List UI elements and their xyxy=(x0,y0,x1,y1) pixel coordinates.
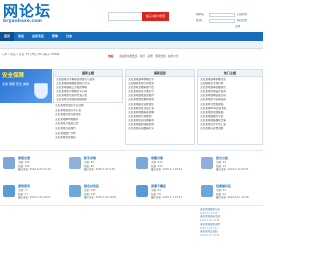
site-logo[interactable]: 网论坛 bryanhaxe.com xyxy=(3,3,59,27)
nav-forum[interactable]: 论坛 xyxy=(18,32,24,41)
forum-last: 最后发表: 2024-7-29 10:07 xyxy=(18,196,51,199)
username-label: 用户名 xyxy=(196,12,204,16)
main-nav: 首页 论坛 会员专区 帮助 日志 xyxy=(0,32,263,41)
login-form: 用户名 自动登录 密 码 找回密码 注册 xyxy=(196,12,256,32)
promo-banner[interactable]: 安全保障 交易 保障 安全 诚信 xyxy=(0,69,52,103)
forum-last: 最后发表: 2024-8-29 11:42 xyxy=(18,168,51,171)
forum-card[interactable]: 推塔交流 主题: 145 帖数: 145 最后发表: 2024-8-29 11:42 xyxy=(3,156,65,176)
recent-posts-list: 无名游戏版本公告 2025-5-1 12:09 无名游戏周末活动 2025-4-30 … xyxy=(200,208,262,262)
forum-icon xyxy=(3,157,15,169)
box-title: 热门主题 xyxy=(198,70,262,77)
forum-icon xyxy=(201,185,213,197)
forum-card[interactable]: 攻略分享 主题: 243 帖数: 243 最后发表: 2025-4-1 19:42 xyxy=(136,156,198,176)
forum-icon xyxy=(3,185,15,197)
forum-card[interactable]: 玩家展示区 主题: 22 帖数: 22 最后发表: 2024-10-1 11:06 xyxy=(201,184,263,204)
announcement: 热帖: 欢迎新注册会员 · 积分 · 勋章 · 游戏交流 · 站务公告 xyxy=(108,42,263,58)
left-topic-list: 无名游戏交流区今日话题 无名游戏资源分享汇总 无名游戏问答互助专区 无名游戏精华帖推荐… xyxy=(53,104,125,144)
topic-link[interactable]: 无名游戏玩家故事分享 xyxy=(128,127,192,131)
site-header: 网论坛 bryanhaxe.com 帖子/用户搜索 用户名 自动登录 密 码 找… xyxy=(0,0,263,32)
hot-topics-list: 无名游戏版本前瞻讨论 无名推塔高手排行榜 无名游戏赛事直播预告 无名游戏外观设计投票无… xyxy=(198,77,262,132)
banner-title: 安全保障 xyxy=(2,73,25,79)
password-label: 密 码 xyxy=(196,18,203,22)
shield-icon xyxy=(34,83,48,99)
nav-members[interactable]: 会员专区 xyxy=(32,32,44,41)
forgot-password-link[interactable]: 找回密码 xyxy=(237,19,247,23)
forum-icon xyxy=(136,157,148,169)
auto-login-checkbox[interactable]: 自动登录 xyxy=(237,13,247,17)
banner-subtitle: 交易 保障 安全 诚信 xyxy=(2,82,29,86)
forum-card[interactable]: 官方公告 主题: 44 帖数: 44 最后发表: 2024-4-10 20:31 xyxy=(201,156,263,176)
latest-topics-box: 最新主题 无名推塔高手揭秘游戏技巧与战术 无名游戏模拟器使用技巧分享 无名游戏辅助工… xyxy=(53,69,123,103)
recent-post-time: 2025-4-27 19:33 xyxy=(200,234,220,238)
forum-card[interactable]: 资源下载区 主题: 59 帖数: 59 最后发表: 2025-1-7 15:22 xyxy=(136,184,198,204)
forum-last: 最后发表: 2025-4-25 18:51 xyxy=(84,196,117,199)
forum-name[interactable]: 新手求助 xyxy=(84,156,96,160)
topic-link[interactable]: 无名游戏社区规范 xyxy=(55,136,123,141)
latest-replies-list: 无名游戏副本攻略分享 无名推塔游戏心得交流 无名游戏宠物系统介绍 无名游戏新区开放公告… xyxy=(126,77,194,132)
forum-icon xyxy=(69,185,81,197)
forum-icon xyxy=(136,185,148,197)
hot-topics-box: 热门主题 无名游戏版本前瞻讨论 无名推塔高手排行榜 无名游戏赛事直播预告 无名游戏外观… xyxy=(197,69,263,145)
nav-help[interactable]: 帮助 xyxy=(52,32,58,41)
topic-link[interactable]: 无名游戏活动奖励领取指南 xyxy=(56,98,120,102)
forum-name[interactable]: 综合讨论区 xyxy=(84,184,99,188)
section-divider xyxy=(0,205,263,206)
forum-name[interactable]: 攻略分享 xyxy=(151,156,163,160)
search-button[interactable]: 帖子/用户搜索 xyxy=(142,12,169,21)
box-title: 最新主题 xyxy=(54,70,122,77)
forum-icon xyxy=(201,157,213,169)
username-field[interactable] xyxy=(209,12,235,17)
nav-home[interactable]: 首页 xyxy=(0,32,14,41)
topic-link[interactable]: 无名游戏玩家交流群 xyxy=(200,127,260,131)
breadcrumb[interactable]: 门户 » 论坛 » 今日: 75 | 昨日: 60 | 帖子: 56362 xyxy=(2,53,202,57)
forum-card[interactable]: 综合讨论区 主题: 445 帖数: 445 最后发表: 2025-4-25 18:51 xyxy=(69,184,131,204)
latest-topics-list: 无名推塔高手揭秘游戏技巧与战术 无名游戏模拟器使用技巧分享 无名游戏辅助工具使用体验… xyxy=(54,77,122,104)
forum-name[interactable]: 玩家展示区 xyxy=(216,184,231,188)
search-input[interactable] xyxy=(108,12,143,21)
box-title: 最新回复 xyxy=(126,70,194,77)
forum-last: 最后发表: 2025-4-25 9:36 xyxy=(84,168,115,171)
forum-card[interactable]: 新手求助 主题: 80 帖数: 80 最后发表: 2025-4-25 9:36 xyxy=(69,156,131,176)
forum-icon xyxy=(69,157,81,169)
latest-replies-box: 最新回复 无名游戏副本攻略分享 无名推塔游戏心得交流 无名游戏宠物系统介绍 无名游戏新… xyxy=(125,69,195,145)
nav-logs[interactable]: 日志 xyxy=(66,32,72,41)
section-divider xyxy=(0,150,263,151)
forum-last: 最后发表: 2025-1-7 15:22 xyxy=(151,196,182,199)
forum-name[interactable]: 游戏资讯 xyxy=(18,184,30,188)
logo-text: 网论坛 xyxy=(3,2,52,20)
forum-last: 最后发表: 2024-4-10 20:31 xyxy=(216,168,249,171)
forum-page: 网论坛 bryanhaxe.com 帖子/用户搜索 用户名 自动登录 密 码 找… xyxy=(0,0,263,264)
register-link[interactable]: 注册 xyxy=(235,25,240,29)
password-field[interactable] xyxy=(209,18,235,23)
forum-name[interactable]: 推塔交流 xyxy=(18,156,30,160)
forum-name[interactable]: 官方公告 xyxy=(216,156,228,160)
forum-name[interactable]: 资源下载区 xyxy=(151,184,166,188)
forum-last: 最后发表: 2025-4-1 19:42 xyxy=(151,168,182,171)
forum-card[interactable]: 游戏资讯 主题: 77 帖数: 77 最后发表: 2024-7-29 10:07 xyxy=(3,184,65,204)
forum-last: 最后发表: 2024-10-1 11:06 xyxy=(216,196,249,199)
